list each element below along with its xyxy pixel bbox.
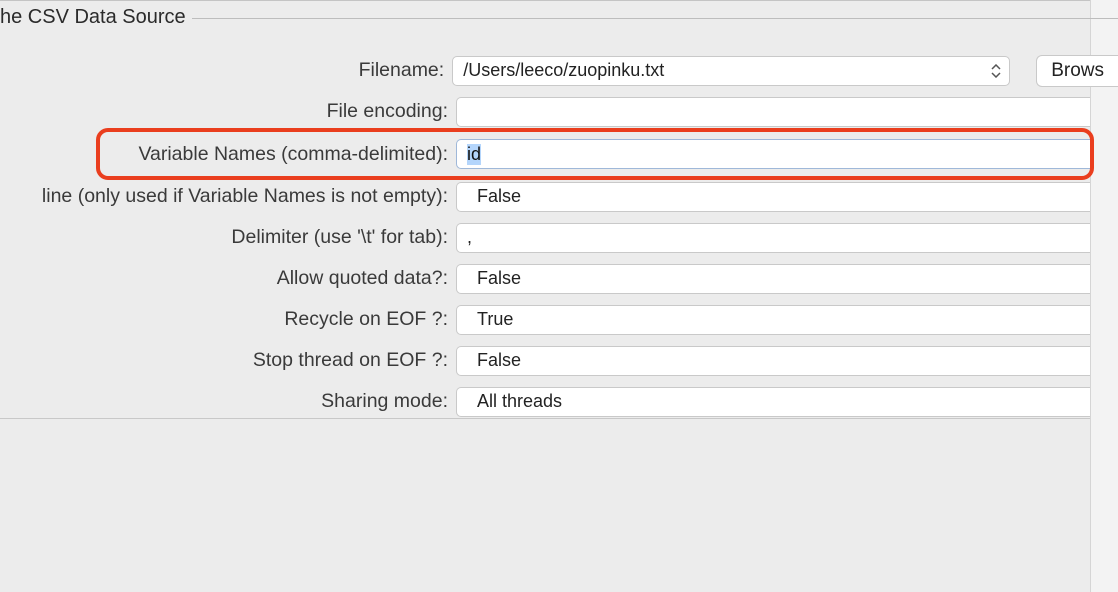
- ignore-first-line-combo[interactable]: False: [456, 182, 1090, 212]
- label-sharing-mode: Sharing mode:: [0, 390, 456, 413]
- stop-thread-eof-value: False: [467, 350, 521, 371]
- allow-quoted-value: False: [467, 268, 521, 289]
- delimiter-input[interactable]: ,: [456, 223, 1090, 253]
- filename-combo[interactable]: /Users/leeco/zuopinku.txt: [452, 56, 1010, 86]
- row-file-encoding: File encoding:: [0, 91, 1118, 132]
- label-file-encoding: File encoding:: [0, 100, 456, 123]
- row-variable-names: Variable Names (comma-delimited): id: [0, 132, 1118, 176]
- label-filename: Filename:: [0, 59, 452, 82]
- row-delimiter: Delimiter (use '\t' for tab): ,: [0, 217, 1118, 258]
- label-recycle-eof: Recycle on EOF ?:: [0, 308, 456, 331]
- sharing-mode-value: All threads: [467, 391, 562, 412]
- filename-value: /Users/leeco/zuopinku.txt: [463, 60, 664, 81]
- row-recycle-eof: Recycle on EOF ?: True: [0, 299, 1118, 340]
- browse-label: Brows: [1051, 60, 1104, 82]
- fieldset-legend: he CSV Data Source: [0, 6, 192, 29]
- stop-thread-eof-combo[interactable]: False: [456, 346, 1090, 376]
- bottom-divider: [0, 418, 1090, 419]
- row-stop-thread-eof: Stop thread on EOF ?: False: [0, 340, 1118, 381]
- label-ignore-first-line: line (only used if Variable Names is not…: [0, 185, 456, 208]
- label-delimiter: Delimiter (use '\t' for tab):: [0, 226, 456, 249]
- label-allow-quoted: Allow quoted data?:: [0, 267, 456, 290]
- row-sharing-mode: Sharing mode: All threads: [0, 381, 1118, 422]
- label-stop-thread-eof: Stop thread on EOF ?:: [0, 349, 456, 372]
- browse-button[interactable]: Brows: [1036, 55, 1118, 87]
- top-divider: [0, 0, 1118, 1]
- file-encoding-combo[interactable]: [456, 97, 1090, 127]
- ignore-first-line-value: False: [467, 186, 521, 207]
- form-container: Filename: /Users/leeco/zuopinku.txt Brow…: [0, 50, 1118, 422]
- row-ignore-first-line: line (only used if Variable Names is not…: [0, 176, 1118, 217]
- recycle-eof-combo[interactable]: True: [456, 305, 1090, 335]
- recycle-eof-value: True: [467, 309, 513, 330]
- stepper-icon[interactable]: [989, 61, 1003, 81]
- label-variable-names: Variable Names (comma-delimited):: [0, 143, 456, 166]
- sharing-mode-combo[interactable]: All threads: [456, 387, 1090, 417]
- allow-quoted-combo[interactable]: False: [456, 264, 1090, 294]
- row-filename: Filename: /Users/leeco/zuopinku.txt Brow…: [0, 50, 1118, 91]
- row-allow-quoted: Allow quoted data?: False: [0, 258, 1118, 299]
- delimiter-value: ,: [467, 227, 472, 248]
- variable-names-input[interactable]: id: [456, 139, 1090, 169]
- variable-names-value: id: [467, 144, 481, 165]
